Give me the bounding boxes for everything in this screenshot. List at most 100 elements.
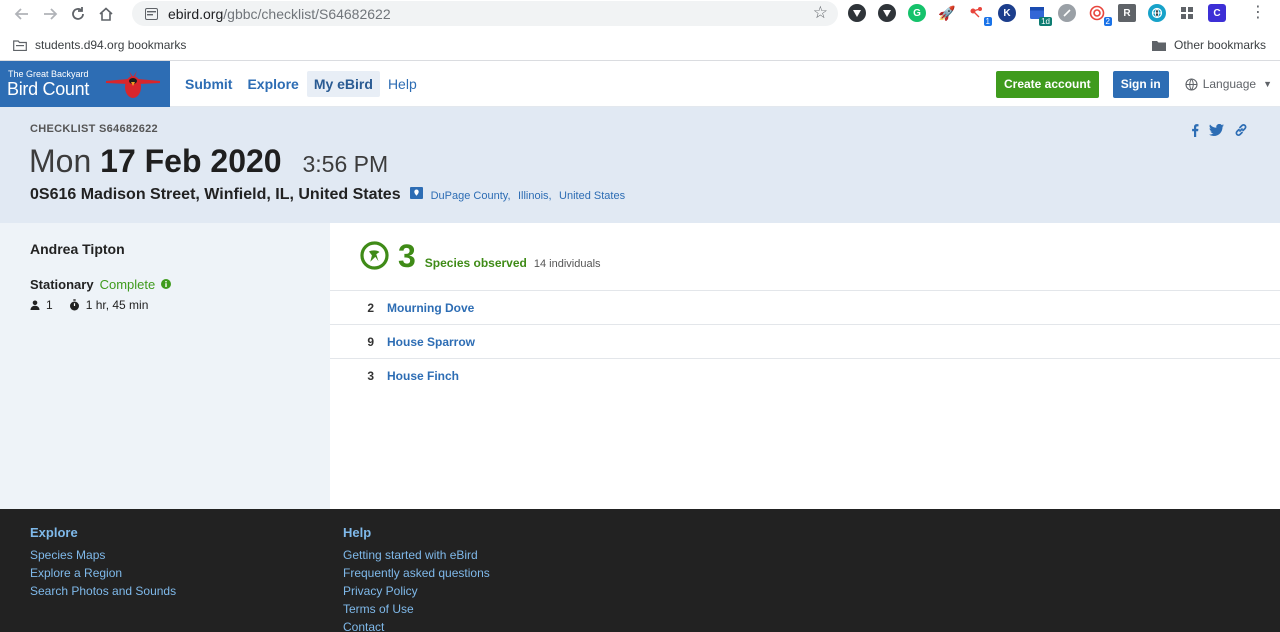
shield-extension-icon[interactable] (848, 4, 866, 22)
back-button[interactable] (8, 0, 36, 28)
address-bar[interactable]: ebird.org/gbbc/checklist/S64682622 ☆ (132, 1, 838, 26)
language-selector[interactable]: Language ▼ (1185, 77, 1272, 91)
reload-icon (72, 7, 84, 20)
table-row: 3 House Finch (330, 358, 1280, 392)
species-count-cell: 2 (367, 300, 374, 315)
species-link[interactable]: House Sparrow (387, 335, 475, 349)
duration-stat: 1 hr, 45 min (69, 298, 148, 312)
footer-heading-help: Help (343, 525, 372, 540)
shield-extension-icon-2[interactable] (878, 4, 896, 22)
checklist-location: 0S616 Madison Street, Winfield, IL, Unit… (30, 186, 628, 204)
site-header: The Great Backyard Bird Count Submit Exp… (0, 60, 1280, 107)
map-pin-icon[interactable] (409, 186, 423, 204)
footer-link[interactable]: Search Photos and Sounds (30, 582, 176, 600)
location-address: 0S616 Madison Street, Winfield, IL, Unit… (30, 186, 401, 203)
bookmark-star-icon[interactable]: ☆ (813, 4, 828, 22)
arrow-left-icon (14, 8, 28, 20)
browser-toolbar: ebird.org/gbbc/checklist/S64682622 ☆ G 🚀… (0, 0, 1280, 28)
complete-status: Complete (99, 277, 156, 292)
target-extension-icon[interactable]: 2 (1088, 4, 1112, 26)
folder-icon (1152, 40, 1166, 51)
protocol-row: Stationary Complete (30, 277, 172, 292)
main-nav: Submit Explore My eBird Help (178, 61, 425, 107)
species-observed-label: Species observed (424, 256, 527, 270)
reload-button[interactable] (64, 0, 92, 28)
header-actions: Create account Sign in Language ▼ (995, 61, 1280, 107)
species-list: 2 Mourning Dove 9 House Sparrow 3 House … (330, 290, 1280, 392)
create-account-button[interactable]: Create account (995, 70, 1099, 98)
c-extension-icon[interactable]: C (1208, 4, 1226, 22)
footer-link[interactable]: Contact (343, 618, 490, 632)
region-state-link[interactable]: Illinois, (518, 190, 552, 202)
network-extension-icon[interactable]: 1 (968, 4, 992, 26)
observers-stat: 1 (30, 298, 53, 312)
sign-in-button[interactable]: Sign in (1112, 70, 1169, 98)
grid-extension-icon[interactable] (1178, 4, 1196, 22)
species-link[interactable]: Mourning Dove (387, 301, 474, 315)
species-badge-icon (360, 241, 389, 275)
k-extension-icon[interactable]: K (998, 4, 1016, 22)
checklist-sidebar: Andrea Tipton Stationary Complete 1 1 hr… (0, 223, 330, 509)
forward-button[interactable] (36, 0, 64, 28)
species-count-cell: 3 (367, 368, 374, 383)
home-icon (99, 7, 113, 21)
caret-down-icon: ▼ (1263, 79, 1272, 89)
globe-extension-icon[interactable] (1148, 4, 1166, 22)
calendar-extension-icon[interactable]: 1d (1028, 4, 1052, 26)
footer-link[interactable]: Privacy Policy (343, 582, 490, 600)
page-info-icon[interactable] (144, 7, 158, 21)
table-row: 2 Mourning Dove (330, 290, 1280, 324)
observer-name: Andrea Tipton (30, 241, 125, 257)
footer-link[interactable]: Species Maps (30, 546, 176, 564)
nav-help[interactable]: Help (381, 71, 424, 97)
individuals-count: 14 individuals (533, 258, 601, 270)
region-county-link[interactable]: DuPage County, (431, 190, 511, 202)
extensions-bar: G 🚀 1 K 1d 2 R C (848, 4, 1238, 26)
stopwatch-icon (69, 299, 79, 311)
bookmark-folder-other[interactable]: Other bookmarks (1152, 38, 1266, 52)
nav-submit[interactable]: Submit (178, 71, 239, 97)
nav-my-ebird[interactable]: My eBird (306, 70, 380, 97)
footer-link[interactable]: Terms of Use (343, 600, 490, 618)
gbbc-logo[interactable]: The Great Backyard Bird Count (0, 60, 170, 107)
info-icon[interactable] (161, 277, 172, 292)
footer-help-column: Help Getting started with eBird Frequent… (343, 525, 490, 632)
rocket-icon[interactable]: 🚀 (938, 4, 956, 22)
globe-icon (1185, 77, 1198, 91)
species-section: 3 Species observed 14 individuals 2 Mour… (330, 223, 1280, 509)
browser-menu-icon[interactable]: ⋮ (1250, 4, 1266, 22)
species-count: 3 (398, 238, 416, 274)
region-country-link[interactable]: United States (559, 190, 625, 202)
footer-heading-explore: Explore (30, 525, 78, 540)
species-count-cell: 9 (367, 334, 374, 349)
grammarly-icon[interactable]: G (908, 4, 926, 22)
link-icon[interactable] (1234, 123, 1248, 137)
footer-explore-column: Explore Species Maps Explore a Region Se… (30, 525, 176, 600)
checklist-content: Andrea Tipton Stationary Complete 1 1 hr… (0, 223, 1280, 509)
twitter-icon[interactable] (1209, 124, 1224, 136)
checklist-date: Mon 17 Feb 2020 3:56 PM (29, 143, 389, 179)
footer-link[interactable]: Explore a Region (30, 564, 176, 582)
location-region: DuPage County, Illinois, United States (431, 186, 628, 204)
disabled-extension-icon[interactable] (1058, 4, 1076, 22)
nav-explore[interactable]: Explore (240, 71, 305, 97)
arrow-right-icon (44, 8, 58, 20)
table-row: 9 House Sparrow (330, 324, 1280, 358)
bookmark-folder-students[interactable]: students.d94.org bookmarks (13, 38, 186, 52)
effort-stats: 1 1 hr, 45 min (30, 298, 164, 312)
footer-link[interactable]: Getting started with eBird (343, 546, 490, 564)
facebook-icon[interactable] (1191, 123, 1199, 137)
share-links (1181, 123, 1248, 137)
cardinal-icon (106, 70, 160, 98)
r-extension-icon[interactable]: R (1118, 4, 1136, 22)
protocol-type: Stationary (30, 277, 94, 292)
checklist-id: CHECKLIST S64682622 (30, 123, 158, 135)
url-text: ebird.org/gbbc/checklist/S64682622 (168, 5, 391, 22)
footer-link[interactable]: Frequently asked questions (343, 564, 490, 582)
home-button[interactable] (92, 0, 120, 28)
bookmarks-bar: students.d94.org bookmarks Other bookmar… (0, 28, 1280, 61)
person-icon (30, 300, 40, 310)
species-link[interactable]: House Finch (387, 369, 459, 383)
folder-icon (13, 39, 27, 51)
site-footer: Explore Species Maps Explore a Region Se… (0, 509, 1280, 632)
